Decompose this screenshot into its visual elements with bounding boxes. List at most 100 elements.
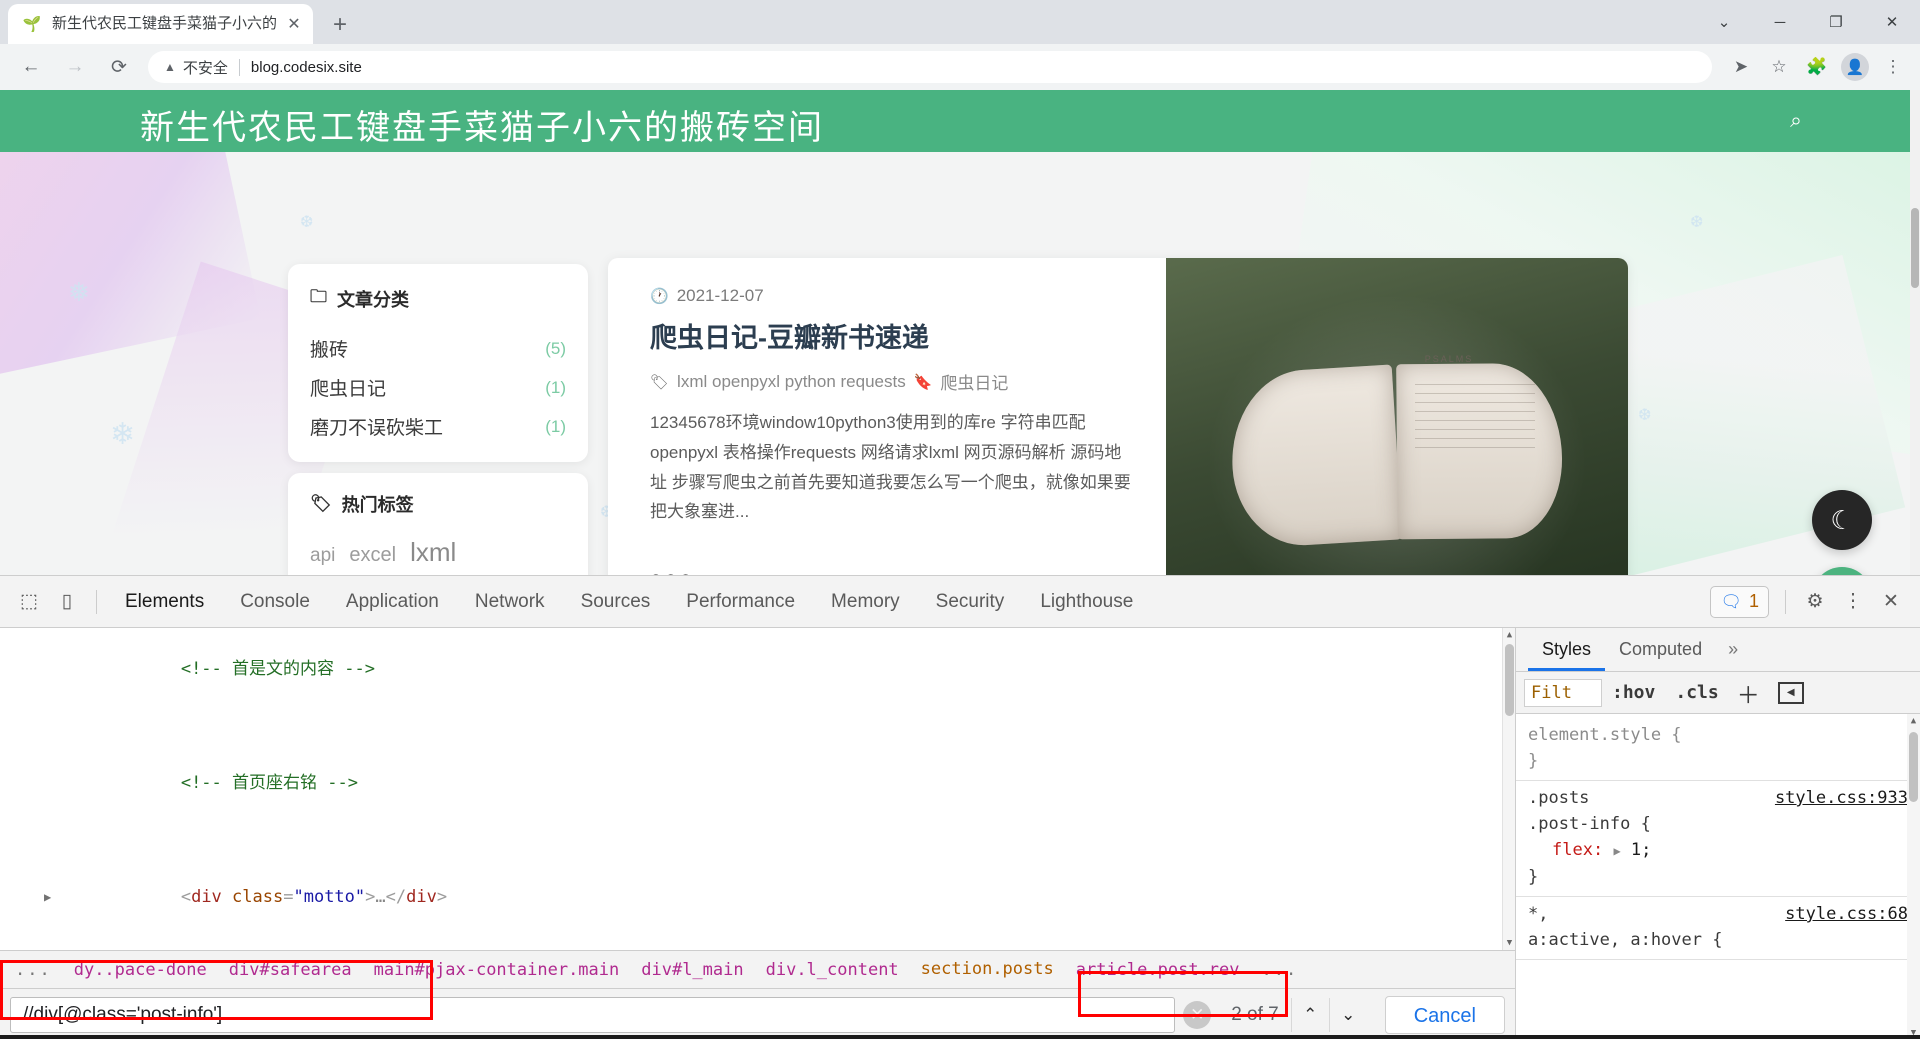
category-name: 磨刀不误砍柴工: [310, 418, 444, 439]
css-source-link[interactable]: style.css:68: [1785, 901, 1908, 927]
post-tags[interactable]: lxml openpyxl python requests: [677, 372, 906, 392]
device-toolbar-icon[interactable]: ▯: [48, 583, 86, 621]
moon-icon: ☾: [1830, 504, 1854, 535]
post-category[interactable]: 爬虫日记: [940, 369, 1008, 394]
browser-tab[interactable]: 🌱 新生代农民工键盘手菜猫子小六的 ✕: [8, 4, 313, 44]
category-item[interactable]: 搬砖 (5): [310, 329, 566, 368]
scroll-down-icon[interactable]: ▼: [1503, 936, 1515, 950]
search-icon[interactable]: ⌕: [1782, 107, 1810, 135]
minimize-window-button[interactable]: ⌄: [1696, 0, 1752, 44]
settings-gear-icon[interactable]: ⚙: [1796, 583, 1834, 621]
address-bar[interactable]: ▲ 不安全 blog.codesix.site: [148, 51, 1712, 83]
expand-arrow-icon[interactable]: ▶: [44, 878, 51, 916]
category-item[interactable]: 爬虫日记 (1): [310, 368, 566, 407]
tag-link[interactable]: excel: [349, 540, 396, 570]
clear-icon[interactable]: ✕: [1183, 1000, 1212, 1029]
forward-button[interactable]: →: [56, 48, 94, 86]
breadcrumb-overflow-left[interactable]: ...: [4, 951, 63, 988]
bookmark-star-icon[interactable]: ☆: [1762, 50, 1796, 84]
dom-line[interactable]: ▶ <div class="motto">…</div>: [0, 840, 1515, 950]
reload-button[interactable]: ⟳: [100, 48, 138, 86]
chevron-double-right-icon[interactable]: »: [1716, 628, 1750, 671]
plus-icon[interactable]: ＋: [1729, 676, 1768, 710]
page-scrollbar[interactable]: [1910, 90, 1920, 575]
dom-line[interactable]: <!-- 首是文的内容 -->: [0, 628, 1515, 726]
tab-performance[interactable]: Performance: [668, 576, 813, 628]
toggle-pane-icon[interactable]: ◀: [1777, 681, 1804, 704]
tab-memory[interactable]: Memory: [813, 576, 918, 628]
css-rule[interactable]: .posts style.css:933 .post-info { flex: …: [1516, 781, 1920, 897]
close-icon[interactable]: ✕: [283, 13, 305, 35]
scroll-up-icon[interactable]: ▲: [1503, 628, 1515, 642]
breadcrumb-item[interactable]: div.l_content: [755, 951, 910, 988]
css-property[interactable]: flex:: [1528, 840, 1603, 860]
expand-arrow-icon[interactable]: ▶: [1613, 844, 1620, 858]
dom-scrollbar[interactable]: ▲ ▼: [1502, 628, 1515, 950]
breadcrumb-item[interactable]: main#pjax-container.main: [363, 951, 631, 988]
tab-styles[interactable]: Styles: [1528, 628, 1606, 671]
class-chip[interactable]: .cls: [1665, 682, 1728, 703]
css-source-link[interactable]: style.css:933: [1775, 785, 1908, 811]
site-header: 新生代农民工键盘手菜猫子小六的搬砖空间 ⌕: [0, 90, 1920, 152]
breadcrumb-item-active[interactable]: section.posts: [909, 951, 1065, 988]
profile-avatar-icon[interactable]: 👤: [1838, 50, 1872, 84]
inspect-element-icon[interactable]: ⬚: [10, 583, 48, 621]
scrollbar-thumb[interactable]: [1911, 208, 1919, 288]
tab-security[interactable]: Security: [918, 576, 1023, 628]
scrollbar-thumb[interactable]: [1505, 644, 1514, 716]
tab-lighthouse[interactable]: Lighthouse: [1022, 576, 1151, 628]
back-button[interactable]: ←: [12, 48, 50, 86]
tab-computed[interactable]: Computed: [1605, 628, 1716, 671]
tag-link[interactable]: api: [310, 542, 335, 571]
styles-scrollbar[interactable]: ▲ ▼: [1907, 714, 1920, 1039]
search-input[interactable]: [10, 996, 1176, 1033]
tag-cloud: api excel lxml openpyxl post proxy pytho…: [310, 533, 566, 575]
styles-filter-input[interactable]: Filt: [1524, 678, 1602, 707]
hover-state-chip[interactable]: :hov: [1602, 682, 1665, 703]
restore-window-button[interactable]: ─: [1752, 0, 1808, 44]
chrome-menu-icon[interactable]: ⋮: [1876, 50, 1910, 84]
close-window-button[interactable]: ✕: [1864, 0, 1920, 44]
styles-pane: Styles Computed » Filt :hov .cls ＋ ◀ ele…: [1516, 628, 1920, 1039]
scroll-up-icon[interactable]: ▲: [1907, 714, 1920, 728]
close-devtools-icon[interactable]: ✕: [1872, 583, 1910, 621]
tab-application[interactable]: Application: [328, 576, 457, 628]
chevron-down-icon[interactable]: ⌄: [1328, 997, 1367, 1032]
scrollbar-thumb[interactable]: [1909, 732, 1918, 802]
share-icon[interactable]: ➤: [1724, 50, 1758, 84]
dom-line[interactable]: <!-- 首页座右铭 -->: [0, 726, 1515, 840]
css-declaration[interactable]: flex: ▶ 1;: [1528, 837, 1910, 864]
tab-sources[interactable]: Sources: [563, 576, 669, 628]
post-title[interactable]: 爬虫日记-豆瓣新书速递: [650, 316, 1133, 355]
console-message-badge[interactable]: 🗨 1: [1710, 585, 1769, 618]
styles-rules-list[interactable]: element.style { } .posts style.css:933 .…: [1516, 714, 1920, 1039]
extensions-puzzle-icon[interactable]: 🧩: [1800, 50, 1834, 84]
chevron-up-icon[interactable]: ⌃: [1290, 997, 1329, 1032]
breadcrumb-overflow-right[interactable]: ...: [1251, 951, 1310, 988]
css-selector-part2[interactable]: .post-info {: [1528, 811, 1910, 837]
breadcrumb-item[interactable]: div#l_main: [630, 951, 754, 988]
search-match-count: 2 of 7: [1231, 1003, 1279, 1025]
tab-network[interactable]: Network: [457, 576, 563, 628]
tag-link[interactable]: lxml: [410, 533, 456, 572]
css-selector: element.style {: [1528, 725, 1682, 745]
maximize-window-button[interactable]: ❐: [1808, 0, 1864, 44]
category-count: (5): [545, 338, 566, 358]
css-rule[interactable]: element.style { }: [1516, 718, 1920, 781]
breadcrumb-item[interactable]: dy..pace-done: [63, 951, 218, 988]
dom-tree[interactable]: <!-- 首是文的内容 --> <!-- 首页座右铭 --> ▶ <div cla…: [0, 628, 1515, 950]
message-icon: 🗨: [1720, 591, 1742, 611]
cancel-button[interactable]: Cancel: [1384, 995, 1505, 1034]
breadcrumb-item[interactable]: article.post.rev: [1065, 951, 1251, 988]
css-rule[interactable]: *, style.css:68 a:active, a:hover {: [1516, 897, 1920, 960]
dark-mode-toggle[interactable]: ☾: [1812, 490, 1872, 550]
css-value[interactable]: 1;: [1631, 840, 1651, 860]
category-item[interactable]: 磨刀不误砍柴工 (1): [310, 407, 566, 446]
devtools-menu-icon[interactable]: ⋮: [1834, 583, 1872, 621]
css-selector-part2[interactable]: a:active, a:hover {: [1528, 927, 1910, 953]
breadcrumb-item[interactable]: div#safearea: [218, 951, 363, 988]
new-tab-button[interactable]: +: [325, 10, 355, 40]
tab-elements[interactable]: Elements: [107, 576, 222, 628]
tab-console[interactable]: Console: [222, 576, 328, 628]
post-thumbnail[interactable]: PSALMS: [1166, 258, 1628, 575]
